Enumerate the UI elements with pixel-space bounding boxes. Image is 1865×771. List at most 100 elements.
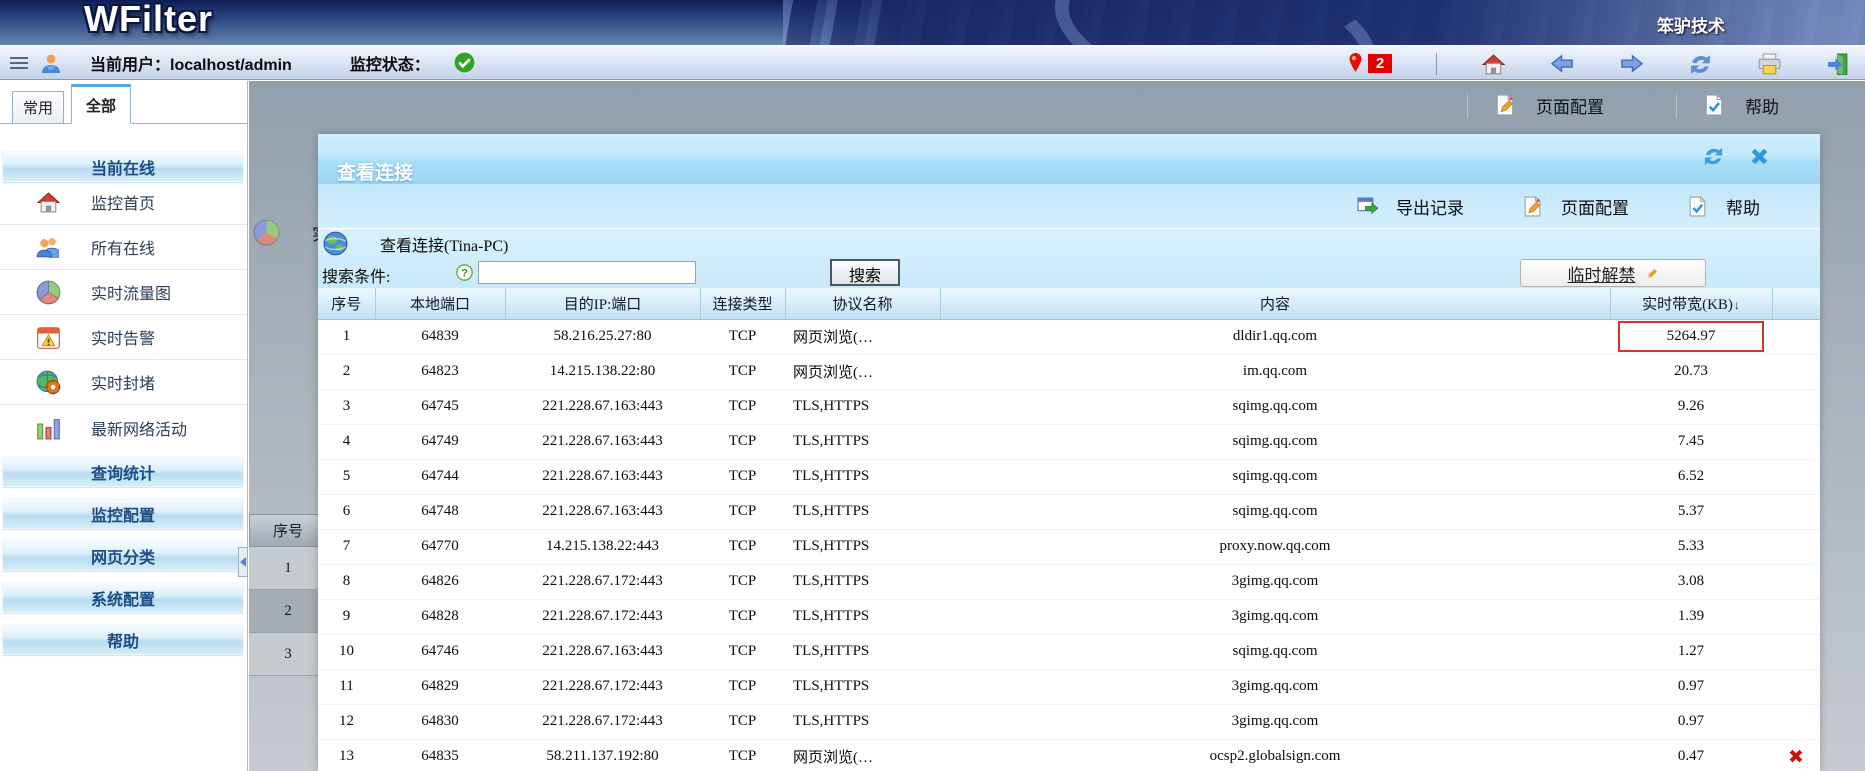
sidebar-item-realtime-alert[interactable]: 实时告警 (0, 315, 247, 360)
print-icon[interactable] (1757, 53, 1782, 75)
sidebar-group-0[interactable]: 查询统计 (2, 456, 244, 487)
sidebar-group-4[interactable]: 帮助 (2, 624, 244, 655)
tab-common[interactable]: 常用 (12, 91, 64, 124)
sidebar-item-latest-activity[interactable]: 最新网络活动 (0, 405, 247, 450)
connection-row[interactable]: 136483558.211.137.192:80TCP网页浏览(…ocsp2.g… (318, 739, 1820, 771)
dialog-caption-bar: 查看连接 (318, 134, 1820, 184)
column-header-2[interactable]: 目的IP:端口 (505, 288, 700, 319)
sidebar-group-current-online[interactable]: 当前在线 (2, 151, 244, 182)
column-header-1[interactable]: 本地端口 (375, 288, 505, 319)
connections-table-header: 序号本地端口目的IP:端口连接类型协议名称内容实时带宽(KB)↓ (318, 288, 1820, 319)
sidebar-item-realtime-block[interactable]: 实时封堵 (0, 360, 247, 405)
connection-row[interactable]: 1164829221.228.67.172:443TCPTLS,HTTPS3gi… (318, 669, 1820, 704)
connections-table-body: 16483958.216.25.27:80TCP网页浏览(…dldir1.qq.… (318, 319, 1820, 771)
alert-count-badge[interactable]: 2 (1368, 54, 1392, 73)
connection-row[interactable]: 564744221.228.67.163:443TCPTLS,HTTPSsqim… (318, 459, 1820, 494)
logout-icon[interactable] (1826, 53, 1851, 75)
help-label: 帮助 (1745, 93, 1779, 118)
mini-table-row[interactable]: 2 (249, 590, 327, 633)
pie-chart-icon (253, 219, 280, 246)
connection-row[interactable]: 664748221.228.67.163:443TCPTLS,HTTPSsqim… (318, 494, 1820, 529)
menu-icon[interactable] (10, 57, 28, 69)
export-records-button[interactable]: 导出记录 (1357, 194, 1464, 219)
banner-photo-arc (1040, 0, 1392, 45)
alert-pin-icon[interactable] (1346, 52, 1365, 75)
user-icon (40, 52, 62, 74)
sidebar-item-label: 实时流量图 (91, 280, 171, 304)
column-header-5[interactable]: 内容 (940, 288, 1610, 319)
sidebar-item-label: 实时封堵 (91, 370, 155, 394)
column-header-0[interactable]: 序号 (318, 288, 375, 319)
mini-table-rows: 123 (249, 547, 327, 676)
forward-icon[interactable] (1619, 53, 1644, 75)
sidebar-group-1[interactable]: 监控配置 (2, 498, 244, 529)
connection-row[interactable]: 1064746221.228.67.163:443TCPTLS,HTTPSsqi… (318, 634, 1820, 669)
sidebar-item-realtime-traffic[interactable]: 实时流量图 (0, 270, 247, 315)
alert-calendar-icon (36, 325, 61, 350)
column-header-4[interactable]: 协议名称 (785, 288, 940, 319)
brand-name: 笨驴技术 (1657, 12, 1725, 37)
dialog-refresh-icon[interactable] (1703, 146, 1724, 167)
column-header-3[interactable]: 连接类型 (700, 288, 785, 319)
sidebar-collapse-handle[interactable] (238, 547, 248, 577)
search-input[interactable] (478, 261, 696, 284)
home-icon (36, 190, 61, 215)
page-config-label: 页面配置 (1536, 93, 1604, 118)
tab-all[interactable]: 全部 (71, 84, 131, 124)
connection-row[interactable]: 76477014.215.138.22:443TCPTLS,HTTPSproxy… (318, 529, 1820, 564)
sidebar-item-monitor-home[interactable]: 监控首页 (0, 180, 247, 225)
app-banner: WFilter 笨驴技术 (0, 0, 1865, 45)
search-button[interactable]: 搜索 (830, 259, 900, 286)
globe-gear-icon (36, 370, 61, 395)
svg-text:?: ? (461, 268, 468, 280)
connection-row[interactable]: 364745221.228.67.163:443TCPTLS,HTTPSsqim… (318, 389, 1820, 424)
mini-table-row[interactable]: 1 (249, 547, 327, 590)
page-config-button[interactable]: 页面配置 (1467, 93, 1604, 118)
temp-unblock-label: 临时解禁 (1568, 261, 1636, 286)
top-toolbar: 当前用户：localhost/admin 监控状态： 2 (0, 45, 1865, 80)
globe-icon (323, 231, 348, 256)
sidebar-item-label: 监控首页 (91, 190, 155, 214)
mini-table-header: 序号 (249, 514, 327, 547)
pencil-icon (1646, 267, 1659, 280)
temp-unblock-button[interactable]: 临时解禁 (1520, 259, 1706, 287)
current-user-label: 当前用户：localhost/admin (90, 51, 292, 75)
close-connection-icon[interactable]: ✖ (1788, 746, 1804, 768)
sidebar-group-2[interactable]: 网页分类 (2, 540, 244, 571)
home-nav-icon[interactable] (1481, 53, 1506, 75)
refresh-icon[interactable] (1688, 53, 1713, 75)
connection-row[interactable]: 16483958.216.25.27:80TCP网页浏览(…dldir1.qq.… (318, 319, 1820, 354)
status-ok-icon (454, 52, 475, 73)
column-header-7[interactable] (1772, 288, 1820, 319)
bar-chart-icon (36, 415, 61, 440)
wfilter-app: WFilter 笨驴技术 当前用户：localhost/admin 监控状态： … (0, 0, 1865, 771)
search-label: 搜索条件: (322, 263, 390, 287)
background-mini-table: 序号 123 (249, 514, 327, 676)
connection-row[interactable]: 464749221.228.67.163:443TCPTLS,HTTPSsqim… (318, 424, 1820, 459)
sidebar-group-3[interactable]: 系统配置 (2, 582, 244, 613)
dialog-help-label: 帮助 (1726, 194, 1760, 219)
connection-row[interactable]: 864826221.228.67.172:443TCPTLS,HTTPS3gim… (318, 564, 1820, 599)
app-logo: WFilter (84, 0, 213, 40)
connection-row[interactable]: 964828221.228.67.172:443TCPTLS,HTTPS3gim… (318, 599, 1820, 634)
sidebar-item-all-online[interactable]: 所有在线 (0, 225, 247, 270)
connection-row[interactable]: 1264830221.228.67.172:443TCPTLS,HTTPS3gi… (318, 704, 1820, 739)
dialog-toolbar: 导出记录 页面配置 帮助 (318, 184, 1820, 228)
back-icon[interactable] (1550, 53, 1575, 75)
view-connections-dialog: 查看连接 导出记录 页面配置 帮助 查看连接(Tina- (318, 134, 1820, 771)
mini-table-row[interactable]: 3 (249, 633, 327, 676)
connection-row[interactable]: 26482314.215.138.22:80TCP网页浏览(…im.qq.com… (318, 354, 1820, 389)
dialog-close-icon[interactable] (1749, 146, 1770, 167)
help-question-icon[interactable]: ? (456, 264, 473, 281)
page-edit-icon (1494, 94, 1516, 116)
column-header-6[interactable]: 实时带宽(KB)↓ (1610, 288, 1772, 319)
help-button[interactable]: 帮助 (1676, 93, 1779, 118)
dialog-help-button[interactable]: 帮助 (1687, 194, 1760, 219)
toolbar-divider (1436, 53, 1437, 75)
dialog-title: 查看连接 (337, 158, 413, 185)
dialog-subtitle: 查看连接(Tina-PC) (380, 232, 508, 256)
sort-desc-icon: ↓ (1734, 298, 1740, 312)
users-icon (36, 235, 61, 260)
sidebar-item-label: 所有在线 (91, 235, 155, 259)
dialog-page-config-button[interactable]: 页面配置 (1522, 194, 1629, 219)
